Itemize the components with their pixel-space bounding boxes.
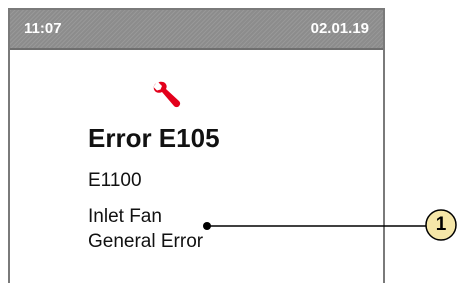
error-description: General Error [88, 231, 204, 252]
wrench-icon [153, 81, 181, 108]
status-time: 11:07 [24, 20, 62, 37]
error-title: Error E105 [88, 123, 220, 153]
error-code: E1100 [88, 170, 142, 191]
status-bar: 11:07 02.01.19 [10, 10, 383, 50]
status-date: 02.01.19 [310, 20, 369, 37]
callout-number: 1 [435, 214, 447, 235]
error-component: Inlet Fan [88, 206, 162, 227]
